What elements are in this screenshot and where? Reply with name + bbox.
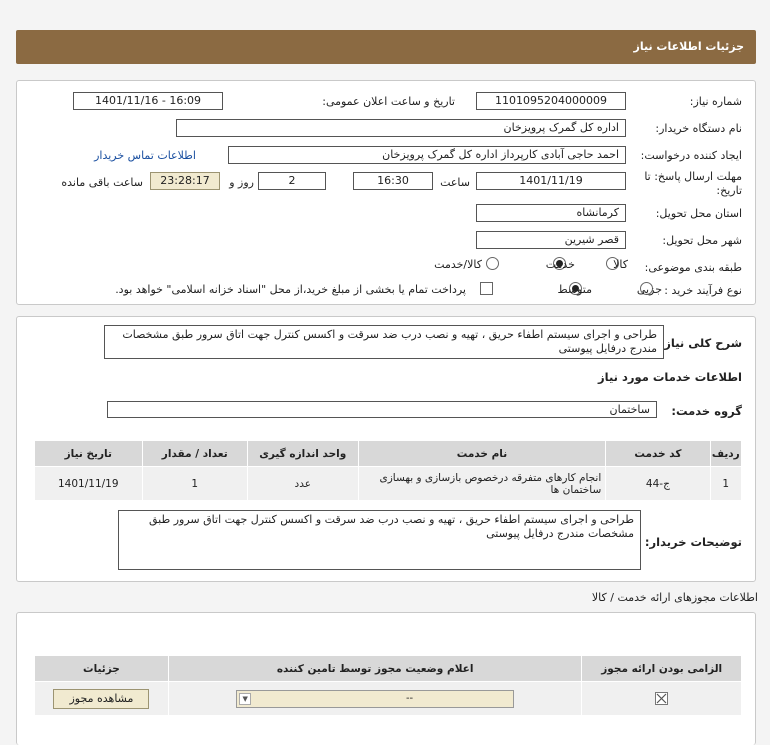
page-title: جزئیات اطلاعات نیاز [633, 40, 745, 53]
category-label: طبقه بندی موضوعی: [644, 261, 742, 274]
col-row-header: ردیف [709, 440, 743, 467]
service-group-field: ساختمان [107, 401, 657, 418]
cell-code: ج-44 [605, 466, 711, 501]
city-label: شهر محل تحویل: [662, 234, 742, 247]
cell-name: انجام کارهای متفرقه درخصوص بازسازی و بهس… [357, 466, 607, 501]
category-option-goods-service: کالا/خدمت [434, 258, 482, 271]
days-label: روز و [229, 176, 254, 189]
need-number-field: 1101095204000009 [476, 92, 626, 110]
buyer-org-label: نام دستگاه خریدار: [655, 122, 742, 135]
service-group-label: گروه خدمت: [671, 404, 742, 418]
buyer-notes-label: توضیحات خریدار: [644, 535, 742, 549]
summary-field: طراحی و اجرای سیستم اطفاء حریق ، تهیه و … [104, 325, 664, 359]
buyer-contact-link[interactable]: اطلاعات تماس خریدار [94, 149, 196, 162]
cell-date: 1401/11/19 [34, 466, 143, 501]
view-permit-button[interactable]: مشاهده مجوز [53, 688, 150, 709]
process-option-medium: متوسط [557, 283, 592, 296]
permit-status-value: -- [405, 692, 414, 704]
services-section-title: اطلاعات خدمات مورد نیاز [598, 370, 742, 384]
table-row: -- ▼ مشاهده مجوز [34, 681, 742, 716]
requester-field: احمد حاجی آبادی کارپرداز اداره کل گمرک پ… [228, 146, 626, 164]
city-field: قصر شیرین [476, 231, 626, 249]
required-checkbox-icon [655, 692, 669, 705]
col-date-header: تاریخ نیاز [34, 440, 143, 467]
col-name-header: نام خدمت [357, 440, 607, 467]
deadline-label: مهلت ارسال پاسخ: تا [644, 170, 742, 183]
province-label: استان محل تحویل: [655, 207, 742, 220]
cell-required [581, 681, 742, 716]
col-status-header: اعلام وضعیت مجوز توسط تامین کننده [167, 655, 583, 682]
col-qty-header: تعداد / مقدار [141, 440, 248, 467]
summary-label: شرح کلی نیاز: [659, 336, 742, 350]
deadline-time-label: ساعت [440, 176, 470, 189]
table-row: 1 ج-44 انجام کارهای متفرقه درخصوص بازساز… [34, 466, 743, 501]
page-header: جزئیات اطلاعات نیاز [16, 30, 756, 64]
deadline-date-label: تاریخ: [716, 184, 742, 197]
remaining-time-field: 23:28:17 [150, 172, 220, 190]
requester-label: ایجاد کننده درخواست: [640, 149, 742, 162]
category-radio-goods-service[interactable] [486, 257, 499, 270]
announce-label: تاریخ و ساعت اعلان عمومی: [322, 95, 455, 108]
cell-row: 1 [709, 466, 743, 501]
days-field: 2 [258, 172, 326, 190]
province-field: کرمانشاه [476, 204, 626, 222]
treasury-payment-note: پرداخت تمام یا بخشی از مبلغ خرید،از محل … [115, 283, 466, 296]
services-table-header: ردیف کد خدمت نام خدمت واحد اندازه گیری ت… [34, 440, 743, 467]
permits-table: الزامی بودن ارائه مجوز اعلام وضعیت مجوز … [34, 655, 742, 716]
cell-qty: 1 [141, 466, 248, 501]
cell-unit: عدد [246, 466, 359, 501]
process-label: نوع فرآیند خرید : [664, 284, 742, 297]
category-option-goods: کالا [613, 258, 628, 271]
cell-status: -- ▼ [167, 681, 583, 716]
buyer-notes-field: طراحی و اجرای سیستم اطفاء حریق ، تهیه و … [118, 510, 641, 570]
need-number-label: شماره نیاز: [689, 95, 742, 108]
category-option-service: خدمت [545, 258, 575, 271]
remaining-label: ساعت باقی مانده [61, 176, 143, 189]
chevron-down-icon[interactable]: ▼ [239, 692, 252, 705]
col-details-header: جزئیات [34, 655, 169, 682]
permit-status-select[interactable]: -- ▼ [236, 689, 515, 708]
services-table: ردیف کد خدمت نام خدمت واحد اندازه گیری ت… [34, 440, 743, 501]
deadline-date-field: 1401/11/19 [476, 172, 626, 190]
permits-section-title: اطلاعات مجوزهای ارائه خدمت / کالا [591, 591, 758, 604]
cell-details: مشاهده مجوز [34, 681, 169, 716]
treasury-payment-checkbox[interactable] [480, 282, 493, 295]
col-unit-header: واحد اندازه گیری [246, 440, 359, 467]
permits-table-header: الزامی بودن ارائه مجوز اعلام وضعیت مجوز … [34, 655, 742, 682]
col-required-header: الزامی بودن ارائه مجوز [581, 655, 742, 682]
col-code-header: کد خدمت [605, 440, 711, 467]
deadline-time-field: 16:30 [353, 172, 433, 190]
process-option-minor: جزیی [636, 283, 662, 296]
announce-field: 1401/11/16 - 16:09 [73, 92, 223, 110]
buyer-org-field: اداره کل گمرک پرویزخان [176, 119, 626, 137]
